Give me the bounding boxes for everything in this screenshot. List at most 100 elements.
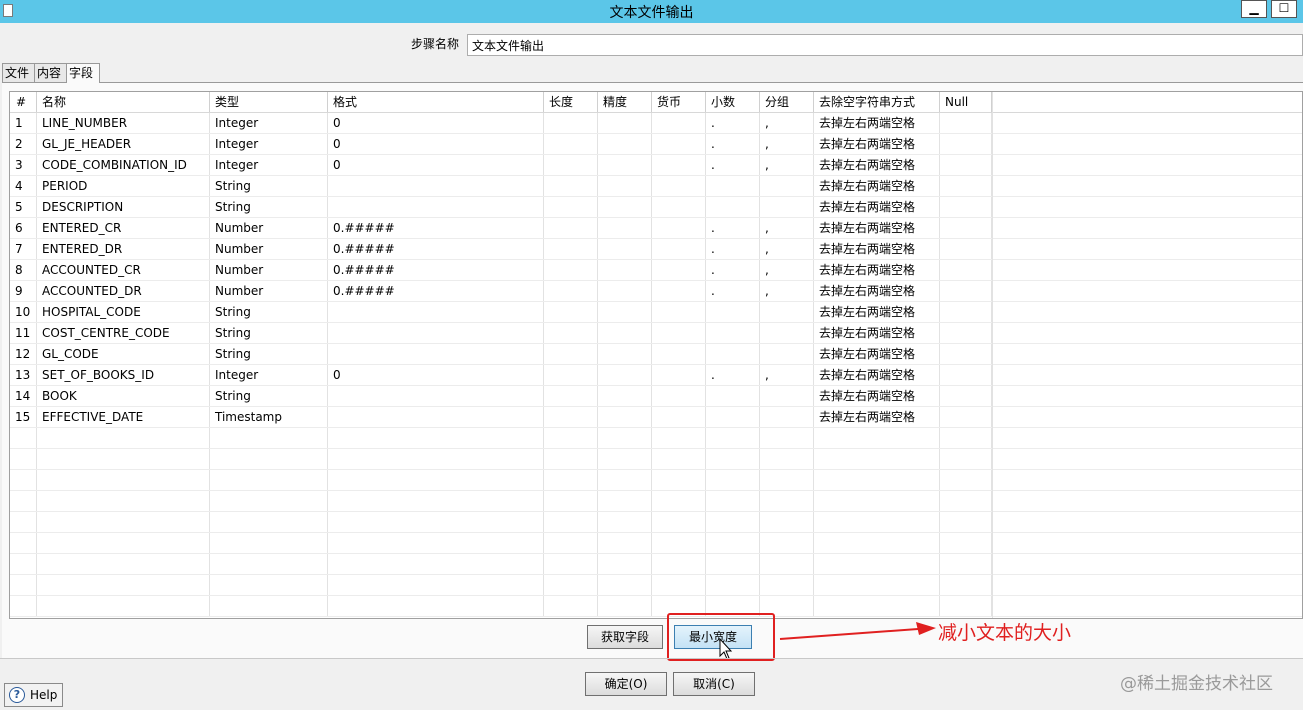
cell-type[interactable]: Number <box>210 239 328 259</box>
cell-length[interactable] <box>544 134 598 154</box>
cell-row-number[interactable]: 2 <box>10 134 37 154</box>
cell-length[interactable] <box>544 470 598 490</box>
cell-trim-type[interactable] <box>814 512 940 532</box>
cell-name[interactable]: LINE_NUMBER <box>37 113 210 133</box>
cell-format[interactable] <box>328 407 544 427</box>
table-row[interactable]: 14 BOOK String 去掉左右两端空格 <box>10 386 1302 407</box>
cell-null[interactable] <box>940 470 992 490</box>
cell-decimal[interactable] <box>706 386 760 406</box>
cell-precision[interactable] <box>598 134 652 154</box>
cell-null[interactable] <box>940 575 992 595</box>
cell-precision[interactable] <box>598 323 652 343</box>
cell-length[interactable] <box>544 260 598 280</box>
cell-grouping[interactable]: , <box>760 155 814 175</box>
cell-format[interactable] <box>328 176 544 196</box>
cell-decimal[interactable] <box>706 449 760 469</box>
cell-type[interactable]: Integer <box>210 113 328 133</box>
cell-currency[interactable] <box>652 407 706 427</box>
cell-decimal[interactable] <box>706 344 760 364</box>
cell-row-number[interactable]: 8 <box>10 260 37 280</box>
cell-trim-type[interactable]: 去掉左右两端空格 <box>814 302 940 322</box>
cell-precision[interactable] <box>598 344 652 364</box>
cell-row-number[interactable] <box>10 533 37 553</box>
table-row[interactable] <box>10 449 1302 470</box>
cell-type[interactable]: Integer <box>210 365 328 385</box>
cell-grouping[interactable] <box>760 470 814 490</box>
cell-format[interactable] <box>328 197 544 217</box>
cell-length[interactable] <box>544 575 598 595</box>
cell-type[interactable] <box>210 512 328 532</box>
tab-file[interactable]: 文件 <box>2 63 35 82</box>
cell-null[interactable] <box>940 155 992 175</box>
cell-format[interactable]: 0 <box>328 113 544 133</box>
cell-currency[interactable] <box>652 470 706 490</box>
cell-trim-type[interactable]: 去掉左右两端空格 <box>814 323 940 343</box>
cell-grouping[interactable]: , <box>760 239 814 259</box>
cell-precision[interactable] <box>598 260 652 280</box>
cell-currency[interactable] <box>652 554 706 574</box>
cell-row-number[interactable] <box>10 596 37 616</box>
cell-null[interactable] <box>940 281 992 301</box>
cell-length[interactable] <box>544 386 598 406</box>
cell-precision[interactable] <box>598 281 652 301</box>
column-header-precision[interactable]: 精度 <box>598 92 652 112</box>
table-row[interactable]: 7 ENTERED_DR Number 0.#####., 去掉左右两端空格 <box>10 239 1302 260</box>
cell-currency[interactable] <box>652 302 706 322</box>
column-header-name[interactable]: 名称 <box>37 92 210 112</box>
cell-grouping[interactable]: , <box>760 260 814 280</box>
cell-precision[interactable] <box>598 386 652 406</box>
cell-row-number[interactable] <box>10 575 37 595</box>
table-row[interactable]: 13 SET_OF_BOOKS_ID Integer 0., 去掉左右两端空格 <box>10 365 1302 386</box>
cell-grouping[interactable] <box>760 197 814 217</box>
cell-length[interactable] <box>544 449 598 469</box>
cell-precision[interactable] <box>598 596 652 616</box>
cell-name[interactable]: COST_CENTRE_CODE <box>37 323 210 343</box>
column-header-null[interactable]: Null <box>940 92 992 112</box>
cell-grouping[interactable]: , <box>760 134 814 154</box>
cell-length[interactable] <box>544 113 598 133</box>
cell-type[interactable]: Number <box>210 260 328 280</box>
cell-trim-type[interactable]: 去掉左右两端空格 <box>814 176 940 196</box>
cell-name[interactable]: ENTERED_DR <box>37 239 210 259</box>
table-row[interactable]: 11 COST_CENTRE_CODE String 去掉左右两端空格 <box>10 323 1302 344</box>
cell-currency[interactable] <box>652 197 706 217</box>
cell-trim-type[interactable] <box>814 596 940 616</box>
cell-grouping[interactable] <box>760 554 814 574</box>
table-row[interactable]: 1 LINE_NUMBER Integer 0., 去掉左右两端空格 <box>10 113 1302 134</box>
cell-type[interactable]: String <box>210 344 328 364</box>
table-row[interactable]: 2 GL_JE_HEADER Integer 0., 去掉左右两端空格 <box>10 134 1302 155</box>
cell-type[interactable]: Number <box>210 281 328 301</box>
cell-decimal[interactable] <box>706 554 760 574</box>
cell-trim-type[interactable]: 去掉左右两端空格 <box>814 113 940 133</box>
cell-name[interactable] <box>37 554 210 574</box>
table-row[interactable]: 6 ENTERED_CR Number 0.#####., 去掉左右两端空格 <box>10 218 1302 239</box>
cell-null[interactable] <box>940 449 992 469</box>
cell-name[interactable] <box>37 533 210 553</box>
cell-grouping[interactable] <box>760 323 814 343</box>
cell-type[interactable] <box>210 491 328 511</box>
cell-decimal[interactable] <box>706 491 760 511</box>
cell-format[interactable]: 0 <box>328 365 544 385</box>
cell-decimal[interactable] <box>706 470 760 490</box>
cell-grouping[interactable] <box>760 386 814 406</box>
cell-precision[interactable] <box>598 533 652 553</box>
cell-format[interactable]: 0.##### <box>328 218 544 238</box>
cell-length[interactable] <box>544 197 598 217</box>
cell-row-number[interactable]: 14 <box>10 386 37 406</box>
cell-length[interactable] <box>544 323 598 343</box>
cell-decimal[interactable]: . <box>706 260 760 280</box>
cancel-button[interactable]: 取消(C) <box>673 672 755 696</box>
column-header-length[interactable]: 长度 <box>544 92 598 112</box>
cell-format[interactable]: 0 <box>328 134 544 154</box>
table-row[interactable]: 5 DESCRIPTION String 去掉左右两端空格 <box>10 197 1302 218</box>
cell-length[interactable] <box>544 554 598 574</box>
cell-decimal[interactable] <box>706 197 760 217</box>
cell-precision[interactable] <box>598 113 652 133</box>
cell-decimal[interactable] <box>706 407 760 427</box>
cell-name[interactable]: HOSPITAL_CODE <box>37 302 210 322</box>
cell-currency[interactable] <box>652 512 706 532</box>
cell-precision[interactable] <box>598 512 652 532</box>
cell-type[interactable] <box>210 470 328 490</box>
cell-trim-type[interactable]: 去掉左右两端空格 <box>814 218 940 238</box>
cell-row-number[interactable]: 5 <box>10 197 37 217</box>
